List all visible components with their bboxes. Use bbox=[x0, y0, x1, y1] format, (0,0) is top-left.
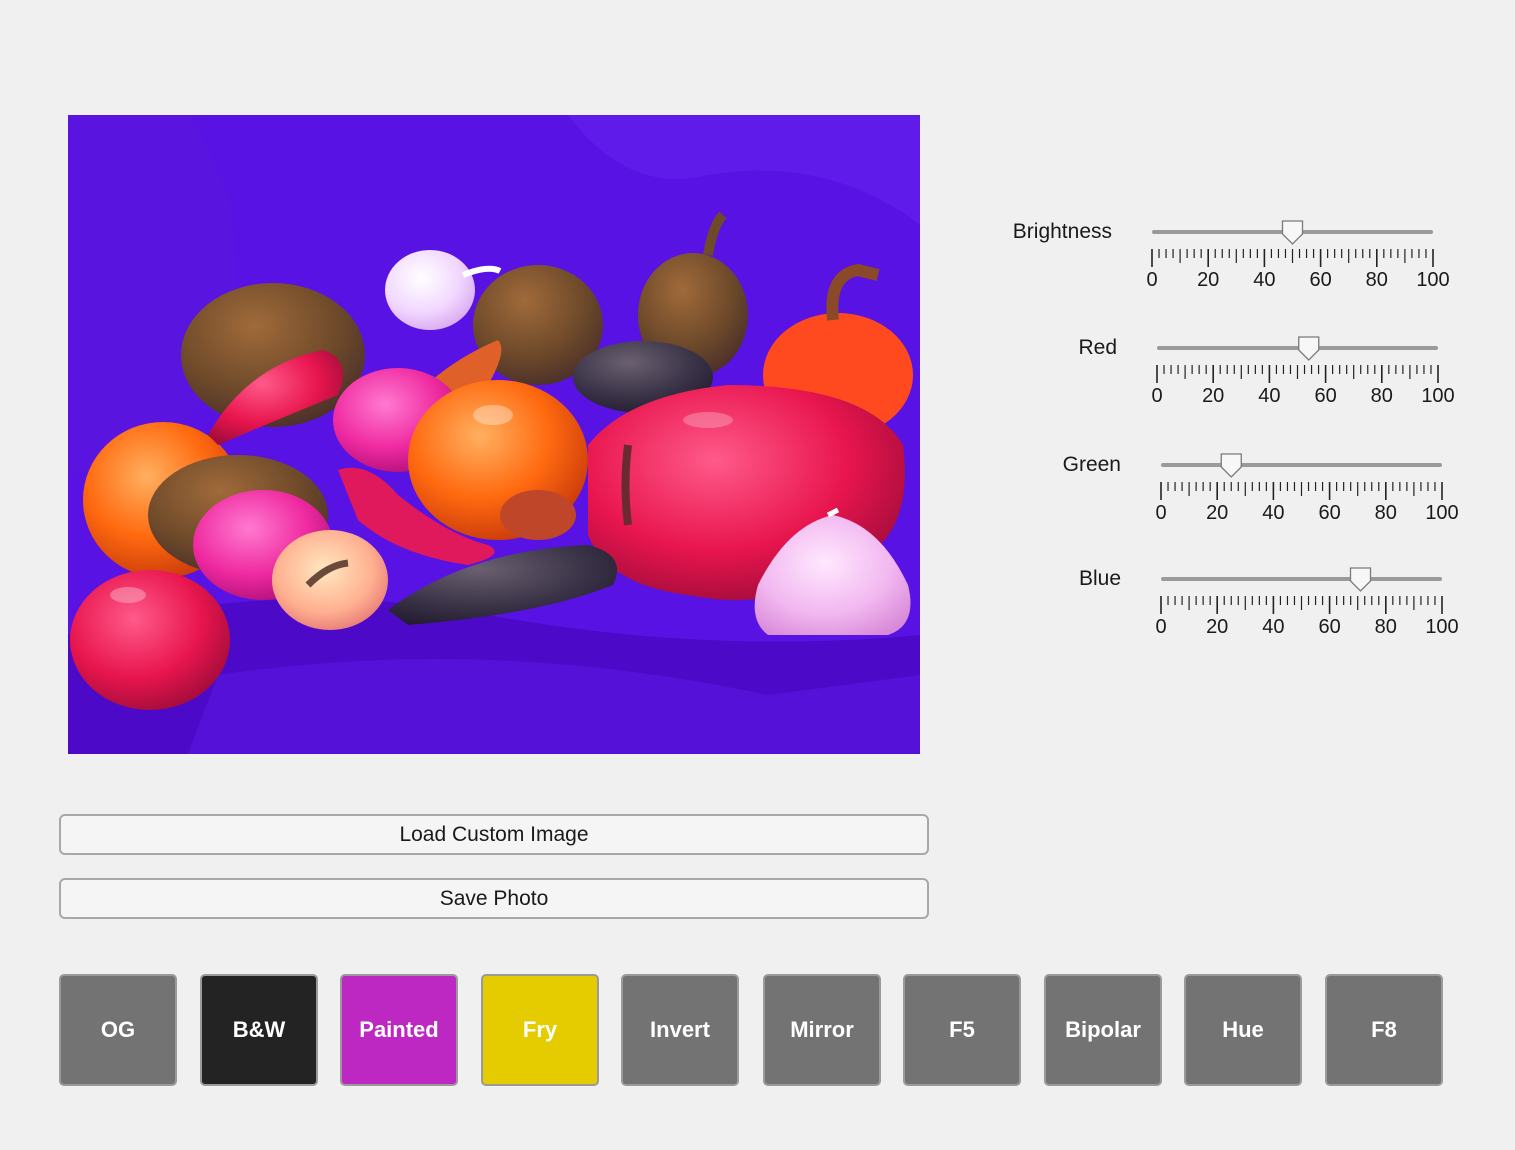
brightness-slider-tick-label: 20 bbox=[1197, 269, 1219, 291]
filter-button-invert[interactable]: Invert bbox=[621, 974, 739, 1086]
filter-button-og[interactable]: OG bbox=[59, 974, 177, 1086]
brightness-slider-tick-label: 0 bbox=[1146, 269, 1157, 291]
filter-button-f8[interactable]: F8 bbox=[1325, 974, 1443, 1086]
blue-slider-label: Blue bbox=[1078, 567, 1121, 590]
blue-slider-tick-label: 20 bbox=[1206, 616, 1228, 638]
filter-button-bipolar[interactable]: Bipolar bbox=[1044, 974, 1162, 1086]
blue-slider-tick-label: 100 bbox=[1425, 616, 1458, 638]
blue-slider-track[interactable] bbox=[1161, 577, 1442, 581]
green-slider[interactable]: 0 20 40 60 80 100 bbox=[1141, 451, 1462, 524]
filter-button-b-w[interactable]: B&W bbox=[200, 974, 318, 1086]
red-slider-track[interactable] bbox=[1157, 346, 1438, 350]
red-slider-tick-label: 100 bbox=[1421, 385, 1454, 407]
blue-slider-thumb[interactable] bbox=[1349, 567, 1372, 592]
load-custom-image-button[interactable]: Load Custom Image bbox=[59, 814, 929, 855]
brightness-slider-label: Brightness bbox=[1012, 220, 1112, 243]
green-slider-tick-label: 60 bbox=[1318, 502, 1340, 524]
red-slider[interactable]: 0 20 40 60 80 100 bbox=[1137, 334, 1458, 407]
green-slider-tick-label: 40 bbox=[1262, 502, 1284, 524]
green-slider-label: Green bbox=[1062, 453, 1121, 476]
brightness-slider-tick-label: 80 bbox=[1366, 269, 1388, 291]
filter-button-mirror[interactable]: Mirror bbox=[763, 974, 881, 1086]
image-display bbox=[68, 115, 920, 754]
brightness-slider-tick-label: 60 bbox=[1309, 269, 1331, 291]
blue-slider-tick-label: 40 bbox=[1262, 616, 1284, 638]
red-slider-thumb[interactable] bbox=[1298, 336, 1320, 361]
green-slider-track[interactable] bbox=[1161, 463, 1442, 467]
filter-button-painted[interactable]: Painted bbox=[340, 974, 458, 1086]
brightness-slider-tick-label: 40 bbox=[1253, 269, 1275, 291]
red-slider-tick-label: 80 bbox=[1371, 385, 1393, 407]
peppers-photo bbox=[68, 115, 920, 754]
green-slider-tick-label: 100 bbox=[1425, 502, 1458, 524]
blue-slider-tick-label: 60 bbox=[1318, 616, 1340, 638]
save-photo-button[interactable]: Save Photo bbox=[59, 878, 929, 919]
brightness-slider[interactable]: 0 20 40 60 80 100 bbox=[1132, 218, 1453, 291]
blue-slider[interactable]: 0 20 40 60 80 100 bbox=[1141, 565, 1462, 638]
red-slider-tick-label: 0 bbox=[1151, 385, 1162, 407]
red-slider-label: Red bbox=[1078, 336, 1117, 359]
red-slider-tick-label: 60 bbox=[1314, 385, 1336, 407]
red-slider-tick-label: 20 bbox=[1202, 385, 1224, 407]
filter-button-hue[interactable]: Hue bbox=[1184, 974, 1302, 1086]
blue-slider-tick-label: 0 bbox=[1155, 616, 1166, 638]
green-slider-tick-label: 20 bbox=[1206, 502, 1228, 524]
green-slider-tick-label: 0 bbox=[1155, 502, 1166, 524]
blue-slider-tick-label: 80 bbox=[1375, 616, 1397, 638]
green-slider-thumb[interactable] bbox=[1220, 453, 1242, 478]
brightness-slider-thumb[interactable] bbox=[1281, 220, 1304, 245]
green-slider-tick-label: 80 bbox=[1375, 502, 1397, 524]
filter-button-fry[interactable]: Fry bbox=[481, 974, 599, 1086]
brightness-slider-tick-label: 100 bbox=[1416, 269, 1449, 291]
red-slider-tick-label: 40 bbox=[1258, 385, 1280, 407]
filter-button-f5[interactable]: F5 bbox=[903, 974, 1021, 1086]
